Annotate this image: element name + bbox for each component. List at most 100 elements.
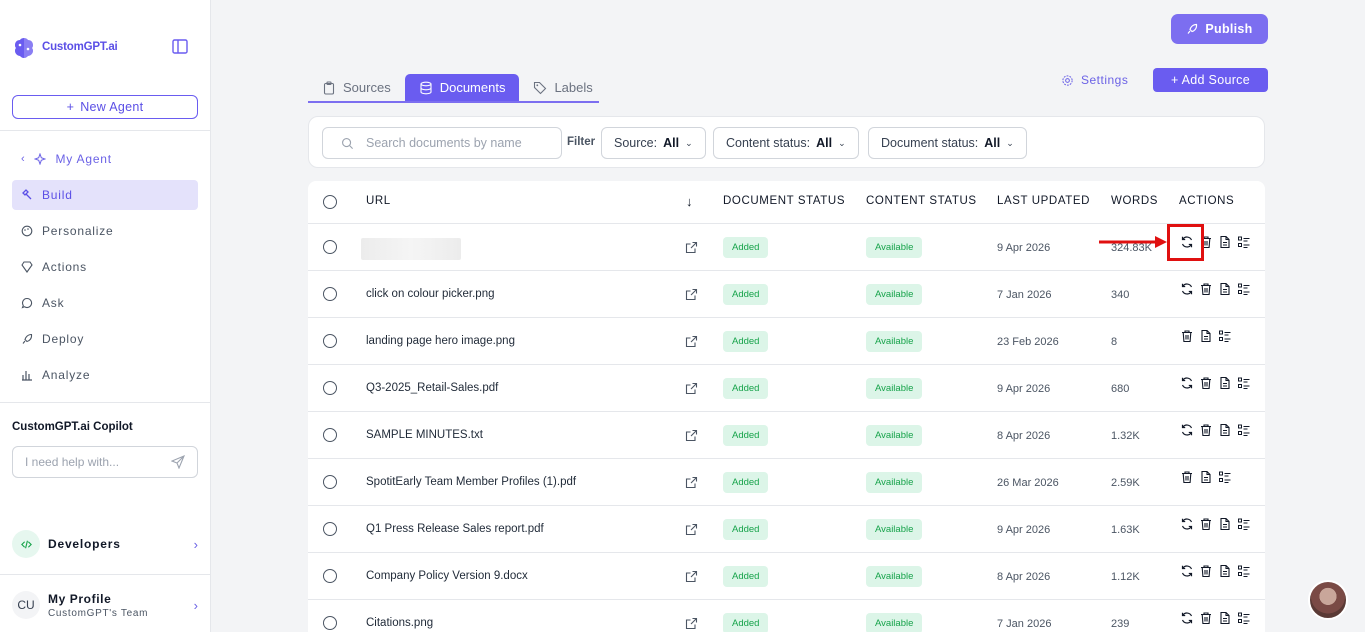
checklist-icon[interactable] xyxy=(1237,235,1251,249)
checklist-icon[interactable] xyxy=(1237,282,1251,296)
file-icon[interactable] xyxy=(1218,282,1232,296)
brand[interactable]: CustomGPT.ai xyxy=(12,36,118,58)
document-name[interactable]: click on colour picker.png xyxy=(366,288,494,300)
new-agent-button[interactable]: + New Agent xyxy=(12,95,198,119)
back-to-my-agent[interactable]: ‹ My Agent xyxy=(12,144,198,174)
external-link-icon[interactable] xyxy=(685,570,698,583)
checklist-icon[interactable] xyxy=(1237,564,1251,578)
trash-icon[interactable] xyxy=(1199,423,1213,437)
row-checkbox[interactable] xyxy=(323,569,337,583)
add-source-button[interactable]: + Add Source xyxy=(1153,68,1268,92)
document-name[interactable]: SpotitEarly Team Member Profiles (1).pdf xyxy=(366,476,576,488)
external-link-icon[interactable] xyxy=(685,617,698,630)
content-status-dropdown[interactable]: Content status: All ⌄ xyxy=(713,127,859,159)
table-row[interactable]: Company Policy Version 9.docx Added Availa… xyxy=(308,553,1265,600)
refresh-icon[interactable] xyxy=(1180,611,1194,625)
row-actions xyxy=(1180,517,1251,531)
sidebar-item-build[interactable]: Build xyxy=(12,180,198,210)
trash-icon[interactable] xyxy=(1199,517,1213,531)
refresh-icon[interactable] xyxy=(1180,564,1194,578)
table-row[interactable]: Q3-2025_Retail-Sales.pdf Added Available 9 … xyxy=(308,365,1265,412)
trash-icon[interactable] xyxy=(1199,282,1213,296)
profile-link[interactable]: CU My Profile CustomGPT's Team › xyxy=(12,588,198,622)
file-icon[interactable] xyxy=(1218,517,1232,531)
refresh-icon[interactable] xyxy=(1180,517,1194,531)
last-updated: 23 Feb 2026 xyxy=(997,336,1059,348)
sidebar-collapse-icon[interactable] xyxy=(172,39,188,54)
tab-sources[interactable]: Sources xyxy=(308,74,405,101)
table-row[interactable]: Citations.png Added Available 7 Jan 2026 239 xyxy=(308,600,1265,632)
tab-labels[interactable]: Labels xyxy=(519,74,606,101)
copilot-input[interactable]: I need help with... xyxy=(12,446,198,478)
document-name[interactable]: Company Policy Version 9.docx xyxy=(366,570,528,582)
sidebar-item-deploy[interactable]: Deploy xyxy=(12,324,198,354)
document-name[interactable]: SAMPLE MINUTES.txt xyxy=(366,429,483,441)
file-icon[interactable] xyxy=(1218,423,1232,437)
row-checkbox[interactable] xyxy=(323,287,337,301)
file-icon[interactable] xyxy=(1218,564,1232,578)
checklist-icon[interactable] xyxy=(1218,329,1232,343)
row-checkbox[interactable] xyxy=(323,334,337,348)
checklist-icon[interactable] xyxy=(1237,423,1251,437)
sort-arrow-icon[interactable]: ↓ xyxy=(686,194,693,209)
refresh-icon[interactable] xyxy=(1180,376,1194,390)
external-link-icon[interactable] xyxy=(685,335,698,348)
publish-button[interactable]: Publish xyxy=(1171,14,1268,44)
row-checkbox[interactable] xyxy=(323,381,337,395)
row-checkbox[interactable] xyxy=(323,522,337,536)
settings-link[interactable]: Settings xyxy=(1061,72,1128,88)
trash-icon[interactable] xyxy=(1180,329,1194,343)
sidebar-item-analyze[interactable]: Analyze xyxy=(12,360,198,390)
checklist-icon[interactable] xyxy=(1237,376,1251,390)
file-icon[interactable] xyxy=(1218,611,1232,625)
document-status-prefix: Document status: xyxy=(881,136,979,150)
row-checkbox[interactable] xyxy=(323,240,337,254)
sidebar-item-personalize[interactable]: Personalize xyxy=(12,216,198,246)
file-icon[interactable] xyxy=(1218,376,1232,390)
column-words: WORDS xyxy=(1111,195,1159,207)
column-url[interactable]: URL xyxy=(366,195,391,207)
sidebar-item-actions[interactable]: Actions xyxy=(12,252,198,282)
support-avatar[interactable] xyxy=(1308,580,1348,620)
profile-name: My Profile xyxy=(48,591,112,606)
document-name[interactable]: landing page hero image.png xyxy=(366,335,515,347)
external-link-icon[interactable] xyxy=(685,382,698,395)
file-icon[interactable] xyxy=(1199,329,1213,343)
external-link-icon[interactable] xyxy=(685,429,698,442)
document-name[interactable]: Citations.png xyxy=(366,617,433,629)
trash-icon[interactable] xyxy=(1199,376,1213,390)
column-last-updated: LAST UPDATED xyxy=(997,195,1091,207)
refresh-icon[interactable] xyxy=(1180,282,1194,296)
checklist-icon[interactable] xyxy=(1218,470,1232,484)
trash-icon[interactable] xyxy=(1180,470,1194,484)
row-checkbox[interactable] xyxy=(323,616,337,630)
document-status-dropdown[interactable]: Document status: All ⌄ xyxy=(868,127,1027,159)
document-name[interactable]: Q3-2025_Retail-Sales.pdf xyxy=(366,382,498,394)
file-icon[interactable] xyxy=(1218,235,1232,249)
table-row[interactable]: SAMPLE MINUTES.txt Added Available 8 Apr 20… xyxy=(308,412,1265,459)
trash-icon[interactable] xyxy=(1199,611,1213,625)
table-row[interactable]: landing page hero image.png Added Availabl… xyxy=(308,318,1265,365)
search-input[interactable]: Search documents by name xyxy=(322,127,562,159)
trash-icon[interactable] xyxy=(1199,564,1213,578)
external-link-icon[interactable] xyxy=(685,476,698,489)
select-all-checkbox[interactable] xyxy=(323,195,337,209)
tab-documents[interactable]: Documents xyxy=(404,74,520,101)
checklist-icon[interactable] xyxy=(1237,611,1251,625)
external-link-icon[interactable] xyxy=(685,523,698,536)
file-icon[interactable] xyxy=(1199,470,1213,484)
table-row[interactable]: SpotitEarly Team Member Profiles (1).pdf… xyxy=(308,459,1265,506)
external-link-icon[interactable] xyxy=(685,288,698,301)
external-link-icon[interactable] xyxy=(685,241,698,254)
refresh-icon[interactable] xyxy=(1180,423,1194,437)
row-checkbox[interactable] xyxy=(323,475,337,489)
sidebar-item-ask[interactable]: Ask xyxy=(12,288,198,318)
developers-link[interactable]: Developers › xyxy=(12,530,198,558)
table-row[interactable]: click on colour picker.png Added Available… xyxy=(308,271,1265,318)
document-name[interactable]: Q1 Press Release Sales report.pdf xyxy=(366,523,544,535)
checklist-icon[interactable] xyxy=(1237,517,1251,531)
table-row[interactable]: Q1 Press Release Sales report.pdf Added Av… xyxy=(308,506,1265,553)
source-filter-dropdown[interactable]: Source: All ⌄ xyxy=(601,127,706,159)
send-icon[interactable] xyxy=(171,455,185,469)
row-checkbox[interactable] xyxy=(323,428,337,442)
